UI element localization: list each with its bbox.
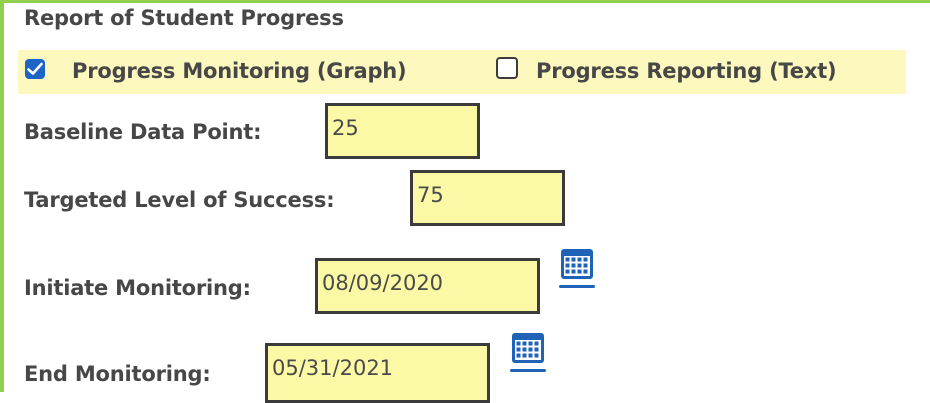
calendar-icon[interactable]: [508, 329, 548, 377]
end-monitoring-input[interactable]: 05/31/2021: [265, 343, 490, 403]
initiate-monitoring-input[interactable]: 08/09/2020: [315, 258, 540, 314]
section-title: Report of Student Progress: [24, 6, 344, 30]
end-monitoring-label: End Monitoring:: [24, 362, 211, 386]
progress-monitoring-label[interactable]: Progress Monitoring (Graph): [72, 59, 407, 83]
initiate-monitoring-label: Initiate Monitoring:: [24, 276, 251, 300]
baseline-label: Baseline Data Point:: [24, 120, 262, 144]
targeted-level-label: Targeted Level of Success:: [24, 188, 335, 212]
checkmark-icon: [27, 62, 43, 75]
report-type-options: Progress Monitoring (Graph) Progress Rep…: [18, 50, 906, 94]
targeted-level-input[interactable]: 75: [410, 170, 565, 226]
top-border: [0, 0, 930, 3]
progress-reporting-label[interactable]: Progress Reporting (Text): [536, 59, 837, 83]
calendar-icon[interactable]: [557, 245, 597, 293]
progress-monitoring-checkbox[interactable]: [25, 59, 45, 79]
baseline-input[interactable]: 25: [325, 103, 480, 159]
left-border: [0, 0, 4, 392]
progress-reporting-checkbox[interactable]: [496, 57, 518, 79]
